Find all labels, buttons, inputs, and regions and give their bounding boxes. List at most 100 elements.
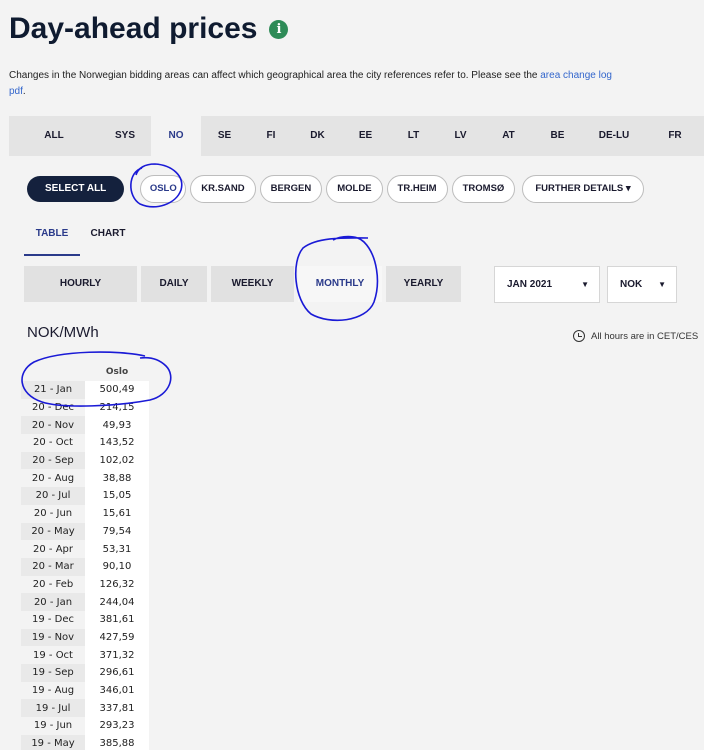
tab-area-se[interactable]: SE: [201, 116, 248, 156]
table-header-oslo: Oslo: [105, 366, 129, 377]
tab-area-fr[interactable]: FR: [646, 116, 704, 156]
table-cell-value: 15,05: [85, 487, 149, 505]
table-row: 19 - Jul 337,81: [21, 699, 149, 718]
timezone-note: All hours are in CET/CES: [573, 330, 698, 342]
table-cell-month: 19 - Aug: [21, 681, 85, 700]
table-cell-month: 20 - Dec: [21, 398, 85, 417]
city-pill-tromso[interactable]: TROMSØ: [451, 175, 516, 203]
table-cell-value: 102,02: [85, 451, 149, 470]
period-weekly-button[interactable]: WEEKLY: [211, 266, 294, 302]
period-monthly-button[interactable]: MONTHLY: [298, 266, 382, 302]
period-yearly-button[interactable]: YEARLY: [386, 266, 461, 302]
table-cell-month: 19 - Jun: [21, 717, 85, 735]
period-hourly-button[interactable]: HOURLY: [24, 266, 137, 302]
table-cell-value: 337,81: [85, 699, 149, 718]
tab-area-fi[interactable]: FI: [248, 116, 294, 156]
table-row: 21 - Jan 500,49: [21, 381, 149, 399]
tab-area-lt[interactable]: LT: [390, 116, 437, 156]
area-tabs: ALL SYS NO SE FI DK EE LT LV AT BE DE-LU…: [9, 116, 704, 156]
tab-area-lv[interactable]: LV: [437, 116, 484, 156]
unit-label: NOK/MWh: [27, 324, 99, 341]
table-row: 20 - Aug 38,88: [21, 469, 149, 488]
table-cell-month: 20 - Jun: [21, 504, 85, 523]
table-cell-month: 20 - Apr: [21, 540, 85, 558]
further-details-dropdown[interactable]: FURTHER DETAILS ▾: [522, 175, 644, 203]
caret-down-icon: ▼: [658, 280, 666, 289]
city-pill-oslo[interactable]: OSLO: [140, 175, 187, 203]
table-cell-month: 21 - Jan: [21, 381, 85, 399]
table-row: 20 - Jan 244,04: [21, 593, 149, 611]
area-change-notice: Changes in the Norwegian bidding areas c…: [9, 68, 619, 100]
table-cell-month: 19 - Dec: [21, 610, 85, 629]
table-body: 21 - Jan 500,49 20 - Dec 214,15 20 - Nov 49,9…: [21, 381, 149, 750]
table-header-row: Oslo: [21, 362, 149, 381]
table-cell-month: 20 - Mar: [21, 557, 85, 576]
table-cell-value: 371,32: [85, 646, 149, 664]
table-row: 20 - Dec 214,15: [21, 398, 149, 417]
table-cell-month: 20 - Oct: [21, 434, 85, 452]
table-cell-month: 19 - Oct: [21, 646, 85, 664]
tab-area-all[interactable]: ALL: [9, 116, 99, 156]
period-buttons: HOURLY DAILY WEEKLY MONTHLY YEARLY: [24, 266, 461, 302]
tab-area-no[interactable]: NO: [151, 116, 201, 156]
table-row: 20 - Nov 49,93: [21, 416, 149, 435]
currency-select[interactable]: NOK ▼: [607, 266, 677, 303]
period-daily-button[interactable]: DAILY: [141, 266, 207, 302]
table-row: 20 - Jul 15,05: [21, 487, 149, 505]
caret-down-icon: ▼: [581, 280, 589, 289]
price-table: Oslo 21 - Jan 500,49 20 - Dec 214,15 20 - No…: [21, 362, 149, 750]
table-cell-month: 20 - May: [21, 522, 85, 541]
table-row: 20 - Jun 15,61: [21, 504, 149, 523]
tab-chart[interactable]: CHART: [80, 222, 136, 256]
table-cell-value: 346,01: [85, 681, 149, 700]
view-tabs: TABLE CHART: [24, 222, 136, 256]
table-cell-value: 385,88: [85, 734, 149, 750]
page-title: Day-ahead prices i: [9, 12, 289, 46]
table-cell-value: 500,49: [85, 381, 149, 399]
table-row: 19 - Aug 346,01: [21, 681, 149, 700]
table-cell-value: 49,93: [85, 416, 149, 435]
tab-area-sys[interactable]: SYS: [99, 116, 151, 156]
table-cell-value: 38,88: [85, 469, 149, 488]
table-cell-value: 79,54: [85, 522, 149, 541]
table-cell-value: 143,52: [85, 434, 149, 452]
table-row: 19 - May 385,88: [21, 734, 149, 750]
tab-area-ee[interactable]: EE: [341, 116, 390, 156]
tab-table[interactable]: TABLE: [24, 222, 80, 256]
table-row: 19 - Sep 296,61: [21, 664, 149, 682]
month-select[interactable]: JAN 2021 ▼: [494, 266, 600, 303]
table-cell-month: 19 - May: [21, 734, 85, 750]
tab-area-be[interactable]: BE: [533, 116, 582, 156]
table-cell-month: 20 - Jan: [21, 593, 85, 611]
city-pill-kr-sand[interactable]: KR.SAND: [190, 175, 256, 203]
table-cell-month: 20 - Nov: [21, 416, 85, 435]
table-cell-month: 20 - Jul: [21, 487, 85, 505]
city-pill-tr-heim[interactable]: TR.HEIM: [386, 175, 448, 203]
city-pill-bergen[interactable]: BERGEN: [259, 175, 323, 203]
table-row: 20 - Apr 53,31: [21, 540, 149, 558]
city-filter-row: SELECT ALL OSLO KR.SAND BERGEN MOLDE TR.…: [27, 175, 644, 203]
table-cell-month: 20 - Sep: [21, 451, 85, 470]
table-cell-value: 381,61: [85, 610, 149, 629]
table-cell-month: 19 - Jul: [21, 699, 85, 718]
table-cell-month: 20 - Feb: [21, 575, 85, 594]
table-row: 20 - Mar 90,10: [21, 557, 149, 576]
table-cell-value: 15,61: [85, 504, 149, 523]
notice-text: Changes in the Norwegian bidding areas c…: [9, 70, 541, 81]
info-icon[interactable]: i: [269, 19, 289, 39]
tab-area-de-lu[interactable]: DE-LU: [582, 116, 646, 156]
table-row: 19 - Oct 371,32: [21, 646, 149, 664]
timezone-note-text: All hours are in CET/CES: [591, 330, 699, 342]
table-cell-value: 214,15: [85, 398, 149, 417]
table-cell-month: 19 - Sep: [21, 664, 85, 682]
table-cell-value: 90,10: [85, 557, 149, 576]
tab-area-at[interactable]: AT: [484, 116, 533, 156]
table-row: 19 - Dec 381,61: [21, 610, 149, 629]
tab-area-dk[interactable]: DK: [294, 116, 341, 156]
table-cell-month: 19 - Nov: [21, 628, 85, 647]
table-cell-value: 293,23: [85, 717, 149, 735]
table-row: 20 - Feb 126,32: [21, 575, 149, 594]
city-pill-molde[interactable]: MOLDE: [326, 175, 383, 203]
table-row: 20 - May 79,54: [21, 522, 149, 541]
select-all-button[interactable]: SELECT ALL: [27, 176, 125, 202]
